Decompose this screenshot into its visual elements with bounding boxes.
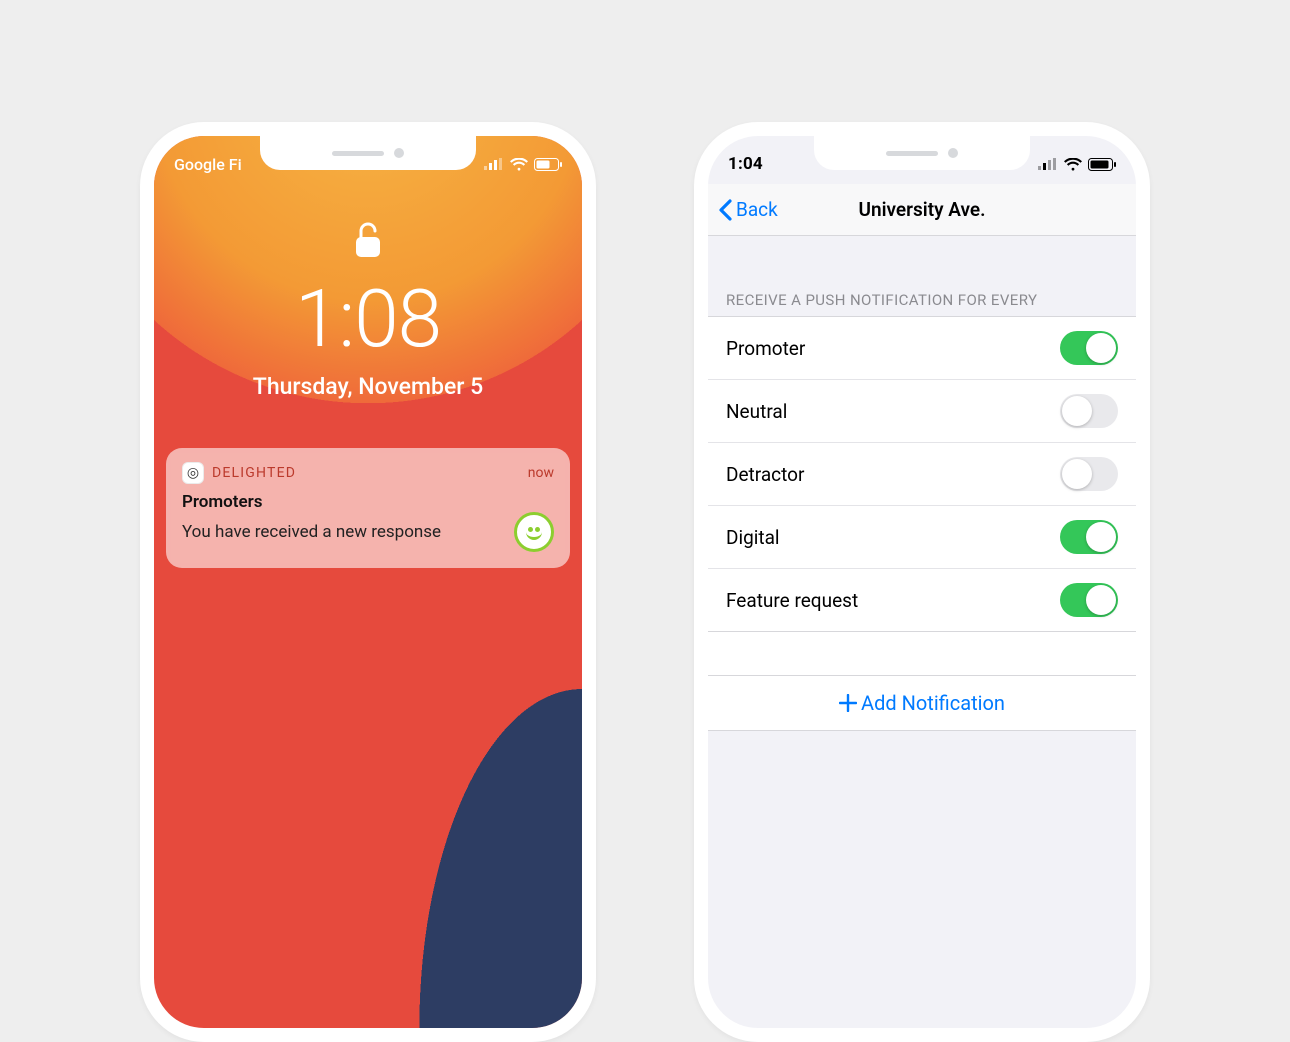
status-icons	[1038, 158, 1116, 171]
lock-center: 1:08 Thursday, November 5	[154, 206, 582, 400]
notification-time: now	[528, 465, 554, 481]
unlock-icon	[354, 221, 382, 259]
app-icon: ◎	[182, 462, 204, 484]
notification-body: You have received a new response	[182, 522, 441, 542]
setting-label: Feature request	[726, 589, 858, 612]
setting-row: Detractor	[708, 443, 1136, 506]
notch	[814, 136, 1030, 170]
toggle-switch[interactable]	[1060, 457, 1118, 491]
lock-time: 1:08	[154, 279, 582, 359]
setting-row: Digital	[708, 506, 1136, 569]
navbar: Back University Ave.	[708, 184, 1136, 236]
cellular-icon	[484, 158, 504, 170]
plus-icon	[839, 694, 857, 712]
cellular-icon	[1038, 158, 1058, 170]
setting-label: Digital	[726, 526, 780, 549]
wifi-icon	[1064, 158, 1082, 171]
screen: Google Fi 1:08 Thursday, November 5	[154, 136, 582, 1028]
battery-icon	[1088, 158, 1116, 171]
toggle-switch[interactable]	[1060, 331, 1118, 365]
back-label: Back	[736, 198, 778, 221]
section-header: RECEIVE A PUSH NOTIFICATION FOR EVERY	[726, 291, 1037, 309]
carrier-label: Google Fi	[174, 155, 242, 174]
setting-label: Promoter	[726, 337, 805, 360]
setting-row: Neutral	[708, 380, 1136, 443]
notification-title: Promoters	[182, 492, 554, 512]
lock-date: Thursday, November 5	[154, 373, 582, 400]
status-icons	[484, 158, 562, 171]
notification-list: Promoter Neutral Detractor Digital Feature r…	[708, 316, 1136, 731]
phone-lockscreen: Google Fi 1:08 Thursday, November 5	[140, 122, 596, 1042]
phone-settings: 1:04 Back University Ave. RECEIVE A PUSH…	[694, 122, 1150, 1042]
chevron-left-icon	[718, 199, 732, 221]
notification-card[interactable]: ◎ DELIGHTED now Promoters You have recei…	[166, 448, 570, 568]
page-title: University Ave.	[859, 198, 986, 221]
list-spacer	[708, 632, 1136, 676]
smiley-icon	[514, 512, 554, 552]
setting-row: Promoter	[708, 317, 1136, 380]
toggle-switch[interactable]	[1060, 583, 1118, 617]
add-notification-button[interactable]: Add Notification	[708, 676, 1136, 731]
status-time: 1:04	[728, 154, 763, 174]
add-notification-label: Add Notification	[861, 691, 1005, 715]
setting-label: Neutral	[726, 400, 787, 423]
toggle-switch[interactable]	[1060, 520, 1118, 554]
notification-app-name: DELIGHTED	[212, 465, 520, 481]
back-button[interactable]: Back	[718, 184, 778, 235]
setting-row: Feature request	[708, 569, 1136, 632]
battery-icon	[534, 158, 562, 171]
setting-label: Detractor	[726, 463, 804, 486]
screen: 1:04 Back University Ave. RECEIVE A PUSH…	[708, 136, 1136, 1028]
wifi-icon	[510, 158, 528, 171]
toggle-switch[interactable]	[1060, 394, 1118, 428]
notch	[260, 136, 476, 170]
